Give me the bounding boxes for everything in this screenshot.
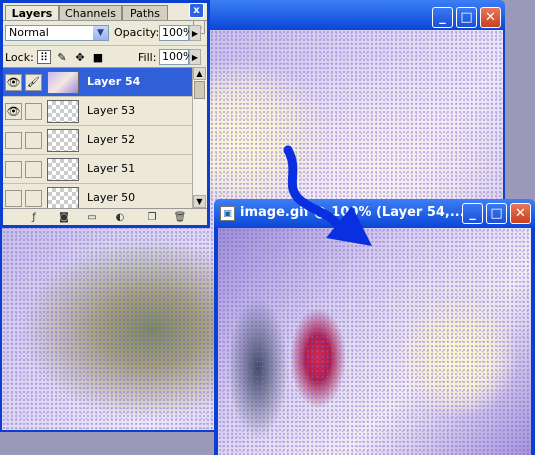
front-document-canvas[interactable] <box>218 228 531 455</box>
layer-thumbnail <box>47 100 79 123</box>
close-button[interactable]: ✕ <box>480 7 501 28</box>
layer-row[interactable]: 👁 Layer 53 <box>3 97 193 126</box>
opacity-label: Opacity: <box>114 26 160 39</box>
scroll-down-icon[interactable]: ▼ <box>193 195 206 208</box>
eye-icon[interactable]: 👁 <box>5 74 22 91</box>
maximize-button[interactable]: □ <box>486 203 507 224</box>
eye-icon[interactable]: 👁 <box>5 103 22 120</box>
minimize-button[interactable]: _ <box>462 203 483 224</box>
lock-all-icon[interactable]: ■ <box>91 50 105 64</box>
palette-close-button[interactable]: x <box>189 3 204 18</box>
palette-bottom-bar: ƒ ◙ ▭ ◐ ❐ 🗑 <box>3 208 207 225</box>
layer-name: Layer 50 <box>87 191 136 204</box>
palette-tabs: Layers Channels Paths x <box>3 3 207 21</box>
lock-fill-row: Lock: ⠿ ✎ ✥ ■ Fill: 100% ▶ <box>3 45 207 68</box>
add-mask-icon[interactable]: ◙ <box>57 210 71 224</box>
tab-paths[interactable]: Paths <box>122 5 168 20</box>
layer-row[interactable]: Layer 52 <box>3 126 193 155</box>
layer-name: Layer 51 <box>87 162 136 175</box>
lock-label: Lock: <box>5 51 34 64</box>
front-document-window[interactable]: ▣ image.gif @ 100% (Layer 54,... _ □ ✕ <box>214 199 535 455</box>
brush-icon[interactable]: 🖌 <box>25 74 42 91</box>
lock-paint-icon[interactable]: ✎ <box>55 50 69 64</box>
blend-opacity-row: Normal ▼ Opacity: 100% ▶ <box>3 20 207 45</box>
tab-layers[interactable]: Layers <box>5 5 59 21</box>
link-slot[interactable] <box>25 103 42 120</box>
opacity-slider-button[interactable]: ▶ <box>189 25 201 41</box>
front-window-titlebar[interactable]: ▣ image.gif @ 100% (Layer 54,... _ □ ✕ <box>214 199 535 228</box>
visibility-toggle[interactable] <box>5 161 22 178</box>
layer-name: Layer 54 <box>87 75 141 88</box>
fill-slider-button[interactable]: ▶ <box>189 49 201 65</box>
chevron-down-icon[interactable]: ▼ <box>93 26 108 40</box>
window-title: image.gif @ 100% (Layer 54,... <box>240 205 465 220</box>
new-group-icon[interactable]: ▭ <box>85 210 99 224</box>
layer-thumbnail <box>47 187 79 209</box>
tab-channels[interactable]: Channels <box>59 5 122 20</box>
new-layer-icon[interactable]: ❐ <box>145 210 159 224</box>
fill-input[interactable]: 100% <box>159 49 193 65</box>
scroll-up-icon[interactable]: ▲ <box>193 67 206 80</box>
layer-thumbnail <box>47 158 79 181</box>
layer-list: 👁 🖌 Layer 54 👁 Layer 53 Layer 52 Layer 5… <box>3 67 193 209</box>
visibility-toggle[interactable] <box>5 132 22 149</box>
link-slot[interactable] <box>25 190 42 207</box>
layers-palette[interactable]: Layers Channels Paths x ▶ Normal ▼ Opaci… <box>0 0 210 228</box>
blend-mode-select[interactable]: Normal ▼ <box>5 25 109 41</box>
link-slot[interactable] <box>25 161 42 178</box>
noise-texture <box>218 228 531 455</box>
blend-mode-value: Normal <box>9 26 49 39</box>
trash-icon[interactable]: 🗑 <box>173 210 187 224</box>
layer-style-icon[interactable]: ƒ <box>27 210 41 224</box>
adjustment-layer-icon[interactable]: ◐ <box>113 210 127 224</box>
layer-thumbnail <box>47 71 79 94</box>
scroll-thumb[interactable] <box>194 81 205 99</box>
opacity-input[interactable]: 100% <box>159 25 193 41</box>
lock-move-icon[interactable]: ✥ <box>73 50 87 64</box>
layer-list-scrollbar[interactable]: ▲ ▼ <box>192 67 207 208</box>
layer-row[interactable]: Layer 50 <box>3 184 193 209</box>
minimize-button[interactable]: _ <box>432 7 453 28</box>
layer-row[interactable]: Layer 51 <box>3 155 193 184</box>
layer-thumbnail <box>47 129 79 152</box>
layer-row[interactable]: 👁 🖌 Layer 54 <box>3 68 193 97</box>
lock-transparency-icon[interactable]: ⠿ <box>37 50 51 64</box>
layer-name: Layer 52 <box>87 133 136 146</box>
layer-name: Layer 53 <box>87 104 136 117</box>
close-button[interactable]: ✕ <box>510 203 531 224</box>
fill-label: Fill: <box>138 51 157 64</box>
link-slot[interactable] <box>25 132 42 149</box>
visibility-toggle[interactable] <box>5 190 22 207</box>
maximize-button[interactable]: □ <box>456 7 477 28</box>
document-icon: ▣ <box>220 206 235 221</box>
